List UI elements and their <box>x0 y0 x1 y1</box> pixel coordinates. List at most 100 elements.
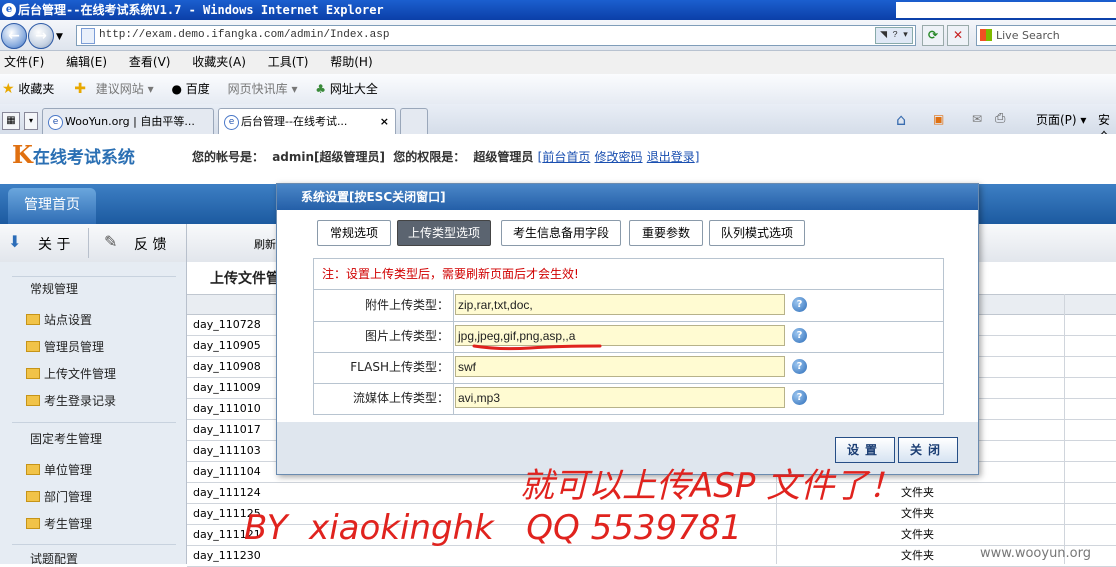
divider <box>12 276 176 277</box>
refresh-button[interactable]: 刷新 <box>254 236 276 252</box>
tab-important-params[interactable]: 重要参数 <box>629 220 703 246</box>
url-text: http://exam.demo.ifangka.com/admin/Index… <box>99 29 390 41</box>
sidebar-item-label: 考生登录记录 <box>44 394 117 408</box>
field-label: 图片上传类型： <box>314 321 454 352</box>
nav-tab-home[interactable]: 管理首页 <box>8 188 96 224</box>
favorites-star-icon: ★ <box>2 81 15 97</box>
sidebar-item-login-log[interactable]: 考生登录记录 <box>26 392 116 409</box>
divider <box>88 228 89 258</box>
url-field[interactable]: http://exam.demo.ifangka.com/admin/Index… <box>76 25 916 46</box>
notice-text: 注：设置上传类型后，需要刷新页面后才会生效! <box>314 259 943 290</box>
print-icon[interactable]: ⎙ <box>995 111 1005 126</box>
menu-help[interactable]: 帮助(H) <box>330 55 372 69</box>
upload-types-form: 注：设置上传类型后，需要刷新页面后才会生效! 附件上传类型： zip,rar,t… <box>313 258 944 415</box>
mail-icon[interactable]: ✉ <box>972 112 982 126</box>
file-type: 文件夹 <box>901 549 934 562</box>
field-row-attachment: 附件上传类型： zip,rar,txt,doc, ? <box>314 290 943 322</box>
compat-view-icon[interactable]: ◥ ? ▾ <box>875 27 913 44</box>
tab-upload-types[interactable]: 上传类型选项 <box>397 220 491 246</box>
fav-item-webslice[interactable]: 网页快讯库 ▾ <box>228 82 298 96</box>
menu-view[interactable]: 查看(V) <box>129 55 171 69</box>
front-page-link[interactable]: 前台首页 <box>542 150 590 164</box>
sidebar-item-label: 单位管理 <box>44 463 93 477</box>
settings-dialog: 系统设置[按ESC关闭窗口] 常规选项 上传类型选项 考生信息备用字段 重要参数… <box>276 183 979 475</box>
tab-list-icon[interactable]: ▾ <box>24 112 38 130</box>
help-icon[interactable]: ? <box>792 297 807 312</box>
role-value: 超级管理员 <box>473 150 534 164</box>
sidebar-item-label: 上传文件管理 <box>44 367 117 381</box>
sidebar-item-units[interactable]: 单位管理 <box>26 461 92 478</box>
app-logo: K在线考试系统 <box>12 140 135 169</box>
help-icon[interactable]: ? <box>792 359 807 374</box>
back-arrow-icon[interactable]: ← <box>1 23 27 49</box>
search-input[interactable]: Live Search <box>976 25 1116 46</box>
menu-tools[interactable]: 工具(T) <box>268 55 309 69</box>
sidebar-item-label: 部门管理 <box>44 490 93 504</box>
refresh-icon[interactable]: ⟳ <box>922 25 944 46</box>
favorites-bar: ★ 收藏夹 ✚ 建议网站 ▾ ● 百度 网页快讯库 ▾ ♣ 网址大全 <box>0 74 1116 105</box>
new-tab-button[interactable] <box>400 108 428 134</box>
tab-queue-mode[interactable]: 队列模式选项 <box>709 220 805 246</box>
ie-logo-icon: e <box>2 3 16 17</box>
account-user: admin[超级管理员] <box>272 150 386 164</box>
sidebar-group-fixed-examinees[interactable]: 固定考生管理 <box>30 430 102 447</box>
tab-admin[interactable]: e 后台管理--在线考试... × <box>218 108 396 134</box>
windows-flag-icon <box>980 29 992 41</box>
sidebar-group-general[interactable]: 常规管理 <box>30 280 78 297</box>
favorites-button[interactable]: 收藏夹 <box>18 82 54 96</box>
logout-link[interactable]: 退出登录 <box>647 150 695 164</box>
sidebar: 常规管理 站点设置 管理员管理 上传文件管理 考生登录记录 固定考生管理 单位管… <box>0 262 187 567</box>
attachment-types-input[interactable]: zip,rar,txt,doc, <box>455 294 785 315</box>
page-menu[interactable]: 页面(P) ▾ <box>1036 111 1086 128</box>
quick-tabs-icon[interactable]: ▦ <box>2 112 20 130</box>
help-icon[interactable]: ? <box>792 390 807 405</box>
file-type: 文件夹 <box>901 507 934 520</box>
file-name: day_110728 <box>193 318 261 331</box>
file-name: day_111009 <box>193 381 261 394</box>
history-dropdown-icon[interactable]: ▼ <box>56 32 63 42</box>
page-title: 上传文件管 <box>210 271 280 287</box>
file-type: 文件夹 <box>901 486 934 499</box>
sidebar-group-question-config[interactable]: 试题配置 <box>30 550 78 567</box>
close-button[interactable]: 关闭 <box>898 437 958 463</box>
sidebar-item-departments[interactable]: 部门管理 <box>26 488 92 505</box>
file-name: day_111010 <box>193 402 261 415</box>
feedback-button[interactable]: 反 馈 <box>134 234 166 254</box>
sidebar-item-uploads[interactable]: 上传文件管理 <box>26 365 116 382</box>
stop-icon[interactable]: ✕ <box>947 25 969 46</box>
add-favorite-icon[interactable]: ✚ <box>74 81 86 97</box>
home-icon[interactable]: ⌂ <box>896 110 906 129</box>
sidebar-item-site-settings[interactable]: 站点设置 <box>26 311 92 328</box>
menu-file[interactable]: 文件(F) <box>4 55 44 69</box>
dialog-title: 系统设置[按ESC关闭窗口] <box>301 190 446 204</box>
window-title-bar: e 后台管理--在线考试系统V1.7 - Windows Internet Ex… <box>0 0 1116 20</box>
menu-favorites[interactable]: 收藏夹(A) <box>192 55 246 69</box>
help-icon[interactable]: ? <box>792 328 807 343</box>
tab-general-options[interactable]: 常规选项 <box>317 220 391 246</box>
sidebar-item-label: 管理员管理 <box>44 340 105 354</box>
tab-wooyun[interactable]: e WooYun.org | 自由平等... <box>42 108 214 134</box>
sidebar-item-admins[interactable]: 管理员管理 <box>26 338 104 355</box>
fav-item-suggested[interactable]: 建议网站 ▾ <box>96 82 154 96</box>
dialog-title-bar[interactable]: 系统设置[按ESC关闭窗口] <box>277 184 978 210</box>
media-types-input[interactable]: avi,mp3 <box>455 387 785 408</box>
close-tab-icon[interactable]: × <box>380 109 389 134</box>
ie-page-icon: e <box>48 115 63 130</box>
menu-bar: 文件(F) 编辑(E) 查看(V) 收藏夹(A) 工具(T) 帮助(H) <box>0 51 1116 74</box>
fav-item-sites[interactable]: 网址大全 <box>330 82 378 96</box>
tab-label: 后台管理--在线考试... <box>241 115 348 128</box>
feeds-icon[interactable]: ▣ <box>933 112 944 126</box>
red-underline-annotation <box>472 344 602 351</box>
field-label: 流媒体上传类型： <box>314 383 454 414</box>
flash-types-input[interactable]: swf <box>455 356 785 377</box>
about-button[interactable]: 关 于 <box>38 234 70 254</box>
change-password-link[interactable]: 修改密码 <box>595 150 643 164</box>
forward-arrow-icon[interactable]: → <box>28 23 54 49</box>
menu-edit[interactable]: 编辑(E) <box>66 55 107 69</box>
file-name: day_111103 <box>193 444 261 457</box>
folder-icon <box>26 491 40 502</box>
tab-examinee-fields[interactable]: 考生信息备用字段 <box>501 220 621 246</box>
search-placeholder: Live Search <box>996 29 1060 42</box>
fav-item-baidu[interactable]: 百度 <box>186 82 210 96</box>
sidebar-item-examinees[interactable]: 考生管理 <box>26 515 92 532</box>
